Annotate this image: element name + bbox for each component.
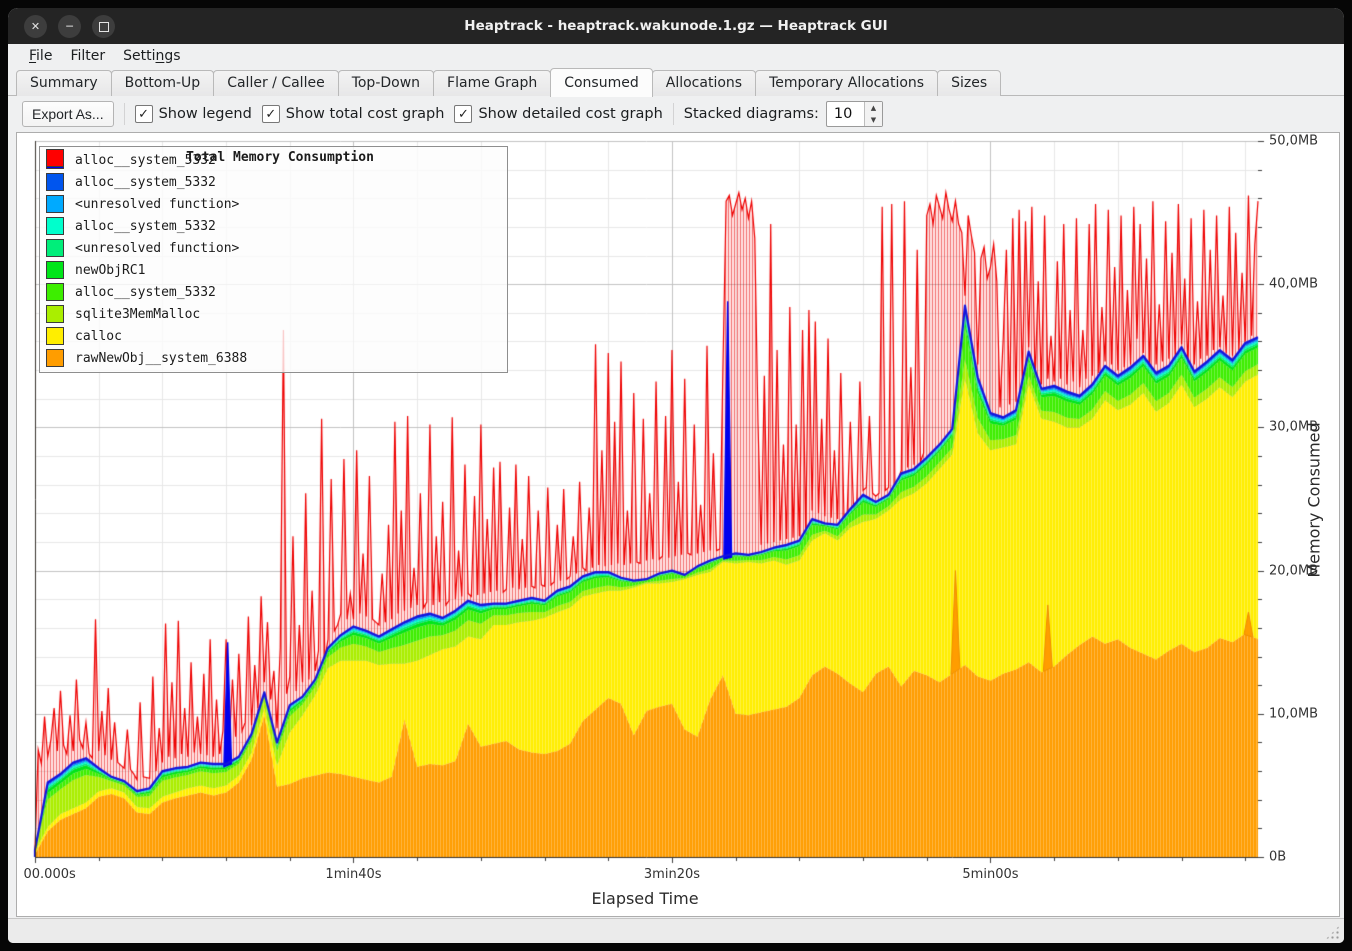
legend-label: alloc__system_5332 <box>75 285 216 300</box>
legend-label: <unresolved function> <box>75 197 239 212</box>
checkbox-label: Show legend <box>159 106 252 122</box>
legend-label: alloc__system_5332 <box>75 175 216 190</box>
checkbox-box[interactable]: ✓ <box>135 105 153 123</box>
chart-legend: Total Memory Consumption alloc__system_53… <box>39 146 508 373</box>
y-tick-label: 40,0MB <box>1269 277 1318 292</box>
tab-bar: SummaryBottom-UpCaller / CalleeTop-DownF… <box>8 68 1344 96</box>
resize-grip-icon[interactable] <box>1325 925 1340 940</box>
stacked-diagrams-label: Stacked diagrams: <box>684 106 819 122</box>
checkbox-show-detailed-cost-graph[interactable]: ✓ Show detailed cost graph <box>454 105 662 123</box>
legend-swatch <box>46 239 64 257</box>
window-title: Heaptrack - heaptrack.wakunode.1.gz — He… <box>8 8 1344 44</box>
y-tick-label: 50,0MB <box>1269 134 1318 149</box>
legend-item: rawNewObj__system_6388 <box>40 347 507 369</box>
spin-up-icon[interactable]: ▲ <box>865 102 882 114</box>
tab-consumed[interactable]: Consumed <box>550 68 653 97</box>
legend-swatch <box>46 173 64 191</box>
app-window: Heaptrack - heaptrack.wakunode.1.gz — He… <box>8 8 1344 943</box>
legend-item: <unresolved function> <box>40 237 507 259</box>
tab-sizes[interactable]: Sizes <box>937 70 1001 96</box>
tab-summary[interactable]: Summary <box>16 70 112 96</box>
checkbox-show-total-cost-graph[interactable]: ✓ Show total cost graph <box>262 105 445 123</box>
menu-filter[interactable]: Filter <box>61 46 114 66</box>
checkbox-label: Show detailed cost graph <box>478 106 662 122</box>
tab-flame-graph[interactable]: Flame Graph <box>433 70 551 96</box>
window-controls: ✕─ <box>24 15 115 38</box>
legend-swatch <box>46 305 64 323</box>
y-tick-label: 0B <box>1269 850 1286 865</box>
legend-label: Total Memory Consumption <box>75 140 485 176</box>
tab-temporary-allocations[interactable]: Temporary Allocations <box>755 70 938 96</box>
x-tick-label: 00.000s <box>24 867 76 882</box>
legend-swatch <box>46 149 64 167</box>
legend-item: sqlite3MemMalloc <box>40 303 507 325</box>
y-axis-title: Memory Consumed <box>1305 422 1324 577</box>
export-as-button[interactable]: Export As... <box>22 101 114 127</box>
tab-bottom-up[interactable]: Bottom-Up <box>111 70 215 96</box>
menu-settings[interactable]: Settings <box>114 46 189 66</box>
legend-label: rawNewObj__system_6388 <box>75 351 247 366</box>
legend-item: newObjRC1 <box>40 259 507 281</box>
legend-title-row: Total Memory Consumption <box>40 147 507 169</box>
legend-swatch <box>46 283 64 301</box>
x-tick-label: 1min40s <box>325 867 381 882</box>
legend-item: alloc__system_5332 <box>40 281 507 303</box>
legend-label: newObjRC1 <box>75 263 145 278</box>
x-tick-label: 3min20s <box>644 867 700 882</box>
maximize-icon <box>99 22 109 32</box>
toolbar-separator <box>673 103 674 125</box>
legend-label: calloc <box>75 329 122 344</box>
toolbar: Export As... ✓ Show legend ✓ Show total cos… <box>8 96 1344 132</box>
legend-item: <unresolved function> <box>40 193 507 215</box>
checkbox-box[interactable]: ✓ <box>454 105 472 123</box>
legend-item: alloc__system_5332 <box>40 215 507 237</box>
y-tick-label: 10,0MB <box>1269 706 1318 721</box>
spin-down-icon[interactable]: ▼ <box>865 114 882 126</box>
legend-label: alloc__system_5332 <box>75 219 216 234</box>
stacked-diagrams-stepper[interactable]: 10 ▲ ▼ <box>826 101 883 127</box>
menu-bar: FileFilterSettings <box>8 44 1344 68</box>
legend-label: sqlite3MemMalloc <box>75 307 200 322</box>
x-tick-label: 5min00s <box>962 867 1018 882</box>
stacked-diagrams-value: 10 <box>827 102 864 126</box>
checkbox-label: Show total cost graph <box>286 106 445 122</box>
legend-swatch <box>46 349 64 367</box>
tab-allocations[interactable]: Allocations <box>652 70 756 96</box>
maximize-button[interactable] <box>92 15 115 38</box>
title-bar[interactable]: Heaptrack - heaptrack.wakunode.1.gz — He… <box>8 8 1344 44</box>
status-bar <box>8 918 1344 943</box>
toolbar-separator <box>124 103 125 125</box>
checkbox-box[interactable]: ✓ <box>262 105 280 123</box>
legend-swatch <box>46 261 64 279</box>
x-axis-title: Elapsed Time <box>591 889 698 908</box>
minimize-button[interactable]: ─ <box>58 15 81 38</box>
legend-swatch <box>46 217 64 235</box>
menu-file[interactable]: File <box>20 46 61 66</box>
chart-area: Total Memory Consumptionalloc__system_53… <box>16 132 1340 917</box>
checkbox-show-legend[interactable]: ✓ Show legend <box>135 105 252 123</box>
tab-top-down[interactable]: Top-Down <box>338 70 434 96</box>
legend-item: calloc <box>40 325 507 347</box>
legend-swatch <box>46 327 64 345</box>
legend-swatch <box>46 195 64 213</box>
close-button[interactable]: ✕ <box>24 15 47 38</box>
tab-caller-callee[interactable]: Caller / Callee <box>213 70 338 96</box>
legend-label: <unresolved function> <box>75 241 239 256</box>
